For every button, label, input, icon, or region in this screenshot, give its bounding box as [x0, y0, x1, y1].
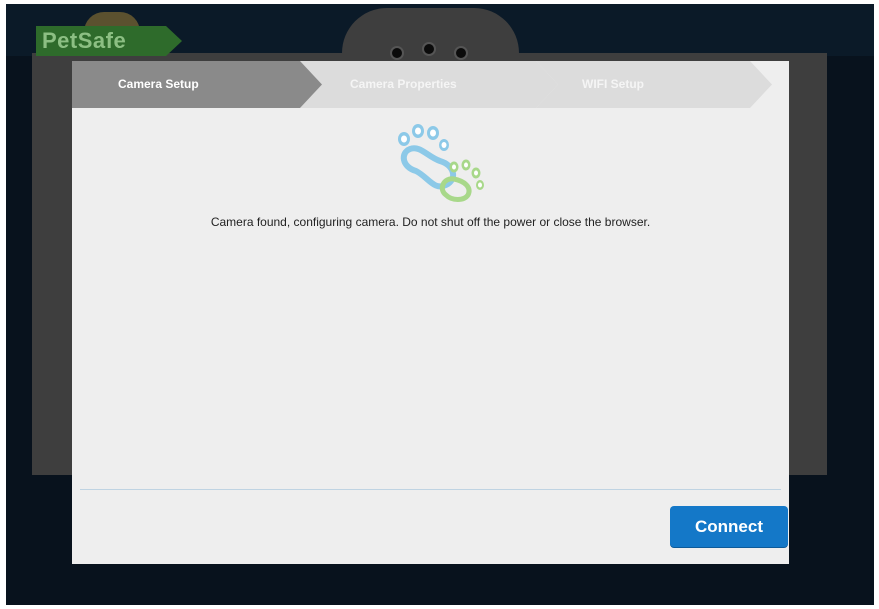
- camera-lens-icon: [422, 42, 436, 56]
- status-message: Camera found, configuring camera. Do not…: [210, 215, 651, 229]
- step-label: Camera Properties: [350, 77, 457, 91]
- app-window: PetSafe Camera Setup Camera Properties W…: [6, 4, 874, 605]
- logo-arrow-icon: [166, 26, 182, 56]
- camera-illustration: [342, 8, 519, 68]
- step-camera-setup[interactable]: Camera Setup: [72, 61, 322, 108]
- setup-dialog: Camera Setup Camera Properties WIFI Setu…: [72, 61, 789, 564]
- wizard-steps: Camera Setup Camera Properties WIFI Setu…: [72, 61, 772, 108]
- step-label: Camera Setup: [118, 77, 199, 91]
- petsafe-logo: PetSafe: [36, 12, 182, 56]
- step-wifi-setup[interactable]: WIFI Setup: [536, 61, 772, 108]
- step-camera-properties[interactable]: Camera Properties: [300, 61, 558, 108]
- camera-lens-icon: [390, 46, 404, 60]
- logo-text: PetSafe: [36, 26, 166, 56]
- divider: [80, 489, 781, 490]
- camera-lens-icon: [454, 46, 468, 60]
- step-label: WIFI Setup: [582, 77, 644, 91]
- connect-button[interactable]: Connect: [670, 506, 788, 547]
- paw-prints-icon: [398, 124, 484, 202]
